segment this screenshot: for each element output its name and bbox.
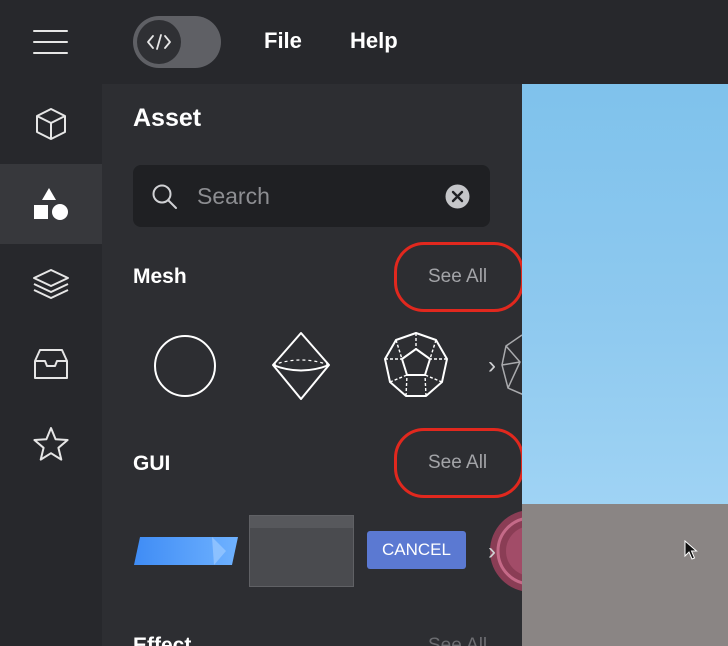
code-icon <box>137 20 181 64</box>
shapes-icon <box>34 188 68 220</box>
sidebar-item-shapes[interactable] <box>0 164 102 244</box>
sidebar-item-cube[interactable] <box>0 84 102 164</box>
cancel-button-gui-thumbnail[interactable]: CANCEL <box>367 531 466 569</box>
sidebar-item-layers[interactable] <box>0 244 102 324</box>
sky <box>522 84 728 504</box>
annotation-circle <box>394 242 522 312</box>
gui-section-title: GUI <box>133 452 171 475</box>
clear-search-icon[interactable] <box>445 184 470 209</box>
panel-title: Asset <box>133 104 202 132</box>
top-bar: File Help <box>0 0 728 84</box>
panel-header <box>250 516 353 528</box>
sidebar-item-inbox[interactable] <box>0 324 102 404</box>
panel-gui-thumbnail[interactable] <box>249 515 354 587</box>
wireframe-mesh-thumbnail[interactable] <box>500 332 522 398</box>
search-box <box>133 165 490 227</box>
mesh-scroll-right-icon[interactable]: › <box>488 352 496 380</box>
inbox-icon <box>34 349 68 379</box>
sphere-mesh-thumbnail[interactable] <box>152 333 218 399</box>
scene-viewport[interactable] <box>522 84 728 646</box>
hamburger-menu-icon[interactable] <box>33 28 69 56</box>
mouse-cursor-icon <box>684 540 698 560</box>
effect-see-all-link[interactable]: See All <box>428 635 487 646</box>
cube-icon <box>36 108 66 140</box>
annotation-circle <box>394 428 522 498</box>
sidebar <box>0 84 102 646</box>
mesh-section-title: Mesh <box>133 265 187 288</box>
ground-plane <box>522 504 728 646</box>
search-input[interactable] <box>195 177 429 215</box>
menu-help[interactable]: Help <box>350 28 398 54</box>
search-icon <box>152 184 177 209</box>
blue-banner-gui-thumbnail[interactable] <box>134 537 238 565</box>
star-icon <box>33 427 69 461</box>
cone-mesh-thumbnail[interactable] <box>270 330 332 402</box>
code-view-toggle[interactable] <box>133 16 221 68</box>
sidebar-item-star[interactable] <box>0 404 102 484</box>
effect-section-title: Effect <box>133 634 192 646</box>
layers-icon <box>33 269 69 299</box>
menu-file[interactable]: File <box>264 28 302 54</box>
dodecahedron-mesh-thumbnail[interactable] <box>382 330 450 400</box>
gui-scroll-right-icon[interactable]: › <box>488 538 496 566</box>
asset-panel: Asset Mesh See All › GUI See All CANCEL … <box>102 84 522 646</box>
